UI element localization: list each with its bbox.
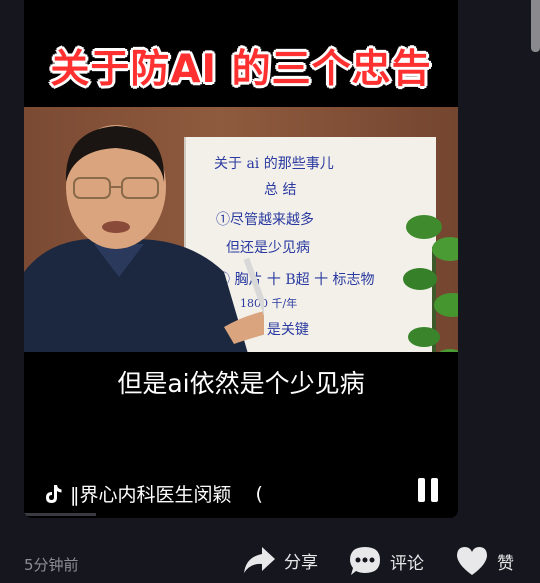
video-progress-track[interactable]	[24, 513, 96, 516]
video-player[interactable]: 关于防AI 的三个忠告 关于 ai 的那些事儿 总 结 ①尽管越来越多 但还是少…	[24, 0, 458, 518]
author-suffix: (	[255, 482, 263, 505]
comment-button[interactable]: 评论	[348, 545, 424, 577]
heart-icon	[457, 547, 487, 575]
page-scrollbar[interactable]	[531, 0, 540, 52]
like-label: 赞	[497, 553, 514, 574]
share-button[interactable]: 分享	[242, 545, 318, 575]
tiktok-logo-icon	[46, 484, 62, 503]
post-time: 5分钟前	[24, 556, 79, 574]
author-watermark: ‖界心内科医生闵颖 (	[42, 480, 263, 507]
like-button[interactable]: 赞	[455, 545, 514, 577]
video-frame: 关于 ai 的那些事儿 总 结 ①尽管越来越多 但还是少见病 ② 胸片 十 B超…	[24, 107, 458, 352]
comment-label: 评论	[390, 553, 424, 574]
plant-image	[403, 215, 458, 352]
author-name: ‖界心内科医生闵颖	[70, 484, 232, 506]
share-label: 分享	[284, 552, 318, 573]
video-title-banner: 关于防AI 的三个忠告	[50, 47, 432, 92]
post-action-bar: 5分钟前 分享 评论 赞	[0, 545, 540, 583]
video-subtitle: 但是ai依然是个少见病	[117, 369, 365, 398]
share-arrow-icon	[244, 547, 275, 573]
pause-icon[interactable]	[417, 478, 441, 502]
presenter-image	[24, 125, 264, 352]
comment-bubble-icon	[350, 547, 380, 575]
whiteboard-line: 总 结	[264, 182, 297, 198]
